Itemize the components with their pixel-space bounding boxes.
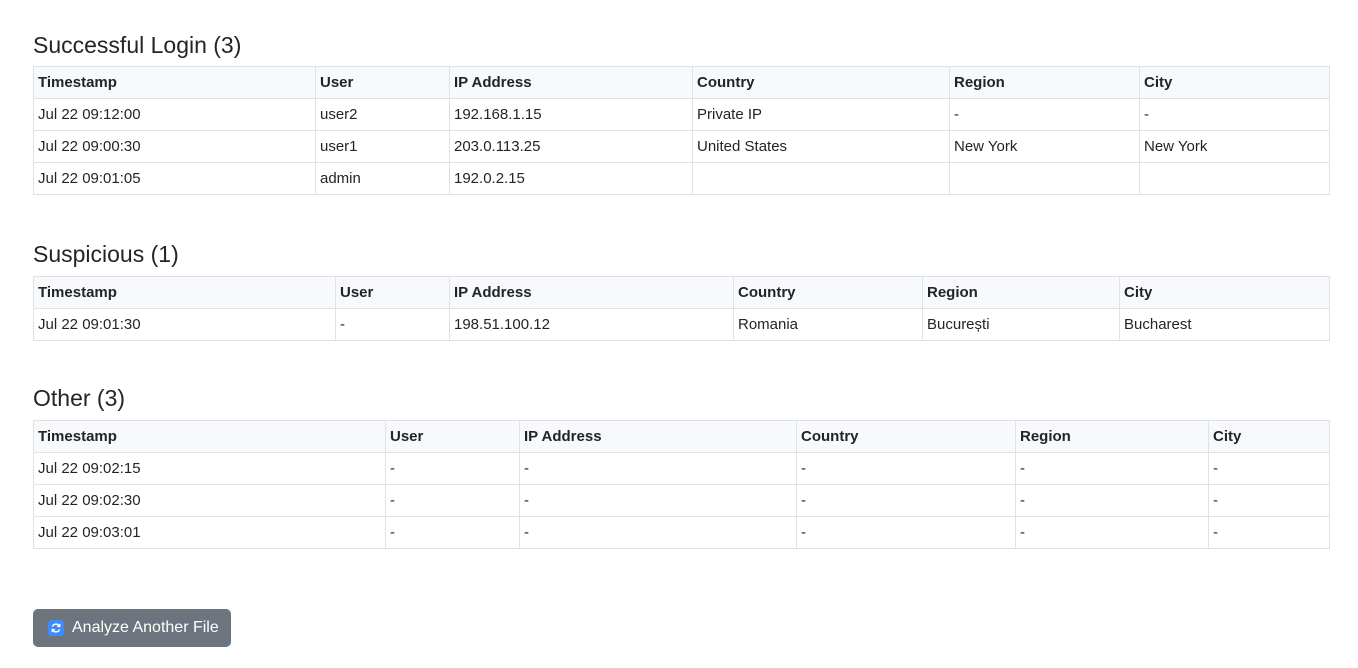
cell-city: - [1208, 452, 1330, 485]
cell-region: - [1015, 452, 1209, 485]
column-header-region: Region [922, 276, 1120, 309]
cell-timestamp: Jul 22 09:02:15 [33, 452, 386, 485]
cell-country: - [796, 452, 1016, 485]
column-header-city: City [1208, 420, 1330, 453]
column-header-timestamp: Timestamp [33, 66, 316, 99]
section-title-suspicious: Suspicious (1) [33, 241, 179, 267]
cell-ip-address: - [519, 452, 797, 485]
cell-ip-address: - [519, 484, 797, 517]
cell-timestamp: Jul 22 09:12:00 [33, 98, 316, 131]
cell-user: - [385, 516, 520, 549]
cell-country: - [796, 484, 1016, 517]
cell-region: - [949, 98, 1140, 131]
section-title-successful-login: Successful Login (3) [33, 32, 242, 58]
cell-country [692, 162, 950, 195]
cell-ip-address: 192.0.2.15 [449, 162, 693, 195]
table-row: Jul 22 09:03:01 - - - - - [33, 516, 1330, 549]
cell-city: - [1139, 98, 1330, 131]
cell-region: New York [949, 130, 1140, 163]
cell-country: Private IP [692, 98, 950, 131]
cell-timestamp: Jul 22 09:02:30 [33, 484, 386, 517]
cell-timestamp: Jul 22 09:00:30 [33, 130, 316, 163]
cell-city: Bucharest [1119, 308, 1330, 341]
column-header-timestamp: Timestamp [33, 276, 336, 309]
cell-user: - [385, 484, 520, 517]
table-header-row: Timestamp User IP Address Country Region… [33, 66, 1330, 99]
refresh-icon [48, 620, 64, 636]
column-header-user: User [315, 66, 450, 99]
cell-user: admin [315, 162, 450, 195]
cell-city [1139, 162, 1330, 195]
column-header-user: User [385, 420, 520, 453]
cell-user: user2 [315, 98, 450, 131]
column-header-region: Region [1015, 420, 1209, 453]
cell-timestamp: Jul 22 09:01:05 [33, 162, 316, 195]
column-header-country: Country [796, 420, 1016, 453]
cell-ip-address: 192.168.1.15 [449, 98, 693, 131]
cell-user: - [335, 308, 450, 341]
cell-user: user1 [315, 130, 450, 163]
cell-country: Romania [733, 308, 923, 341]
cell-user: - [385, 452, 520, 485]
cell-city: New York [1139, 130, 1330, 163]
table-row: Jul 22 09:02:15 - - - - - [33, 452, 1330, 485]
column-header-region: Region [949, 66, 1140, 99]
column-header-ip-address: IP Address [449, 66, 693, 99]
cell-region: București [922, 308, 1120, 341]
cell-city: - [1208, 484, 1330, 517]
cell-region [949, 162, 1140, 195]
table-header-row: Timestamp User IP Address Country Region… [33, 420, 1330, 453]
analyze-another-file-button[interactable]: Analyze Another File [33, 609, 231, 647]
column-header-ip-address: IP Address [519, 420, 797, 453]
cell-ip-address: 203.0.113.25 [449, 130, 693, 163]
cell-city: - [1208, 516, 1330, 549]
column-header-city: City [1119, 276, 1330, 309]
column-header-country: Country [692, 66, 950, 99]
cell-country: - [796, 516, 1016, 549]
column-header-user: User [335, 276, 450, 309]
cell-region: - [1015, 516, 1209, 549]
column-header-ip-address: IP Address [449, 276, 734, 309]
cell-timestamp: Jul 22 09:01:30 [33, 308, 336, 341]
table-header-row: Timestamp User IP Address Country Region… [33, 276, 1330, 309]
analyze-another-file-label: Analyze Another File [72, 619, 219, 636]
table-row: Jul 22 09:02:30 - - - - - [33, 484, 1330, 517]
table-row: Jul 22 09:12:00 user2 192.168.1.15 Priva… [33, 98, 1330, 131]
other-table: Timestamp User IP Address Country Region… [33, 420, 1330, 549]
table-row: Jul 22 09:00:30 user1 203.0.113.25 Unite… [33, 130, 1330, 163]
table-row: Jul 22 09:01:30 - 198.51.100.12 Romania … [33, 308, 1330, 341]
cell-region: - [1015, 484, 1209, 517]
cell-ip-address: 198.51.100.12 [449, 308, 734, 341]
column-header-country: Country [733, 276, 923, 309]
successful-login-table: Timestamp User IP Address Country Region… [33, 66, 1330, 195]
cell-country: United States [692, 130, 950, 163]
suspicious-table: Timestamp User IP Address Country Region… [33, 276, 1330, 341]
cell-timestamp: Jul 22 09:03:01 [33, 516, 386, 549]
table-row: Jul 22 09:01:05 admin 192.0.2.15 [33, 162, 1330, 195]
column-header-city: City [1139, 66, 1330, 99]
cell-ip-address: - [519, 516, 797, 549]
column-header-timestamp: Timestamp [33, 420, 386, 453]
section-title-other: Other (3) [33, 385, 126, 411]
